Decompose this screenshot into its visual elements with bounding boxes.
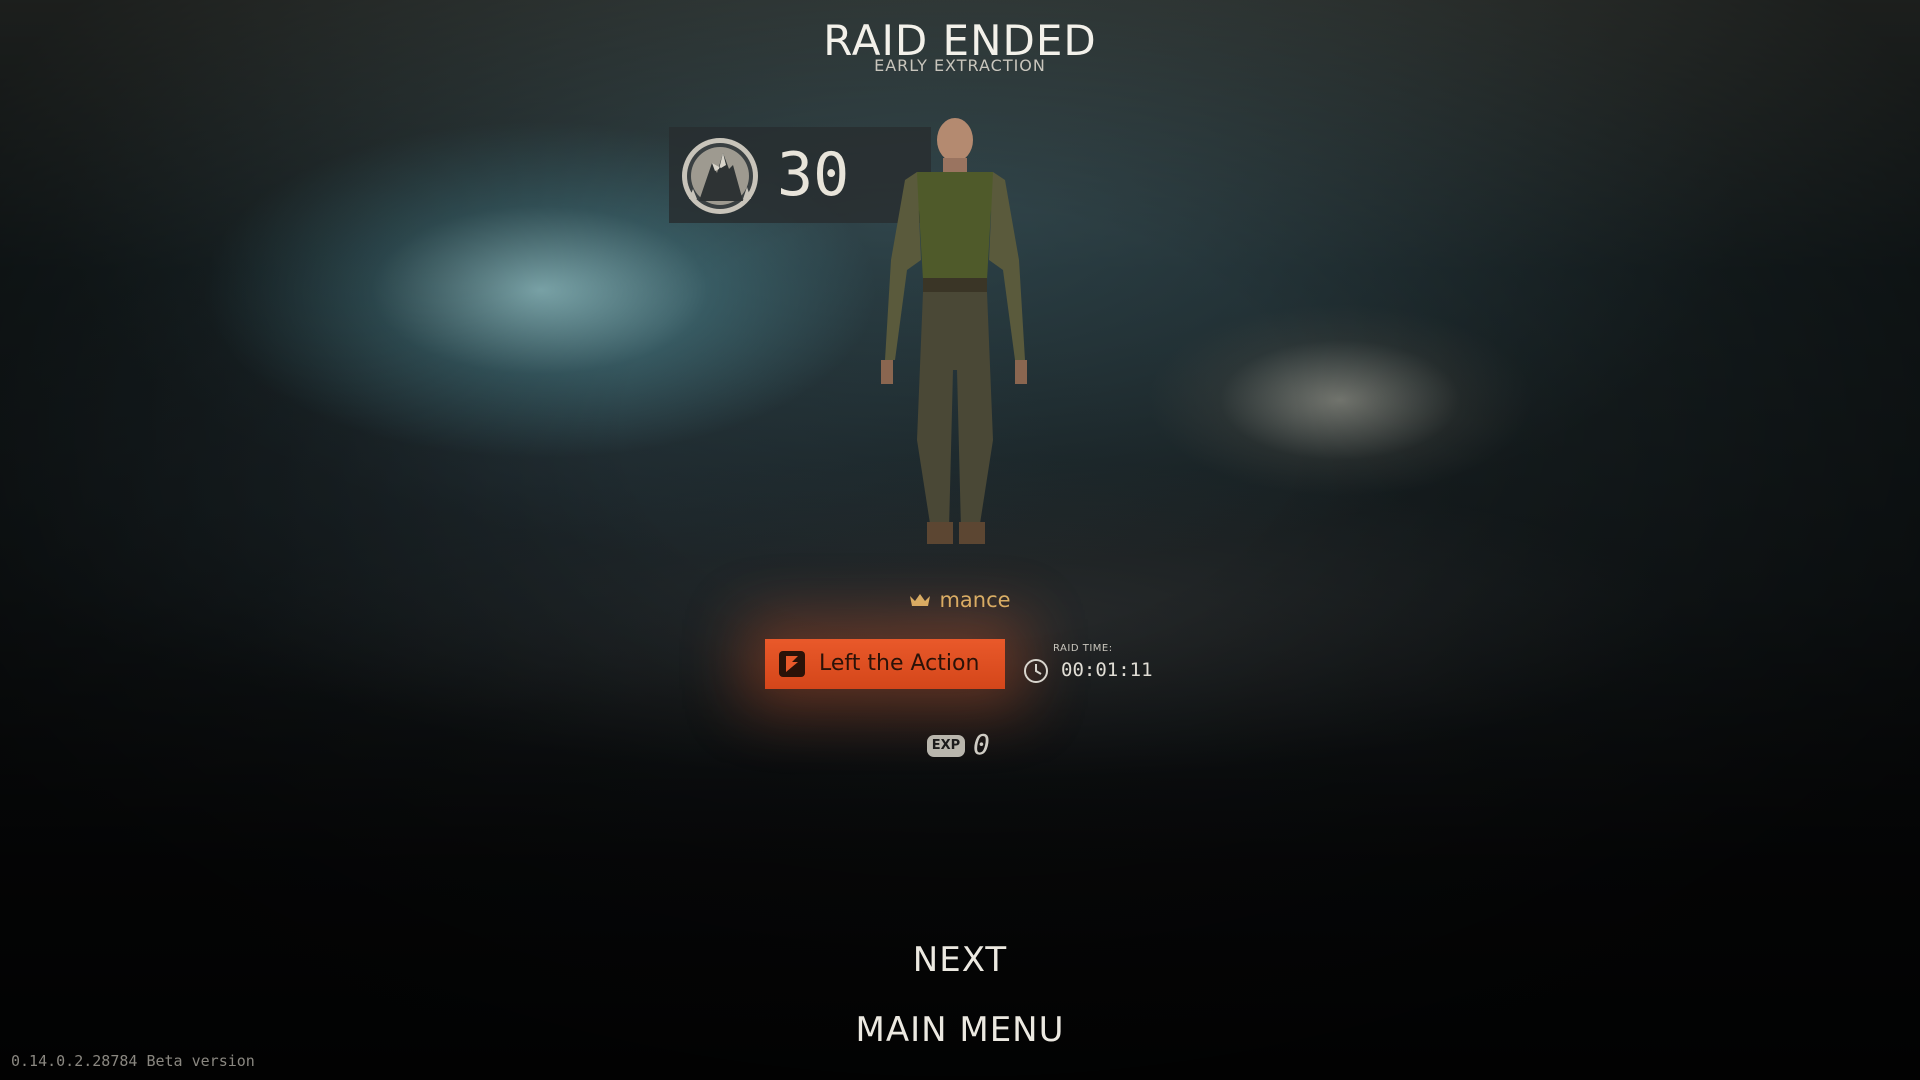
next-button-row: NEXT	[0, 940, 1920, 980]
clock-icon	[1024, 659, 1048, 683]
main-menu-button-row: MAIN MENU	[0, 1010, 1920, 1050]
character-model	[881, 118, 1027, 544]
page-subtitle: EARLY EXTRACTION	[874, 56, 1046, 75]
left-action-icon	[779, 651, 805, 677]
status-label: Left the Action	[819, 651, 980, 676]
crown-icon	[910, 594, 931, 606]
raid-time-label: RAID TIME:	[1053, 643, 1113, 654]
player-name: mance	[0, 588, 1920, 612]
raid-time-value: 00:01:11	[1061, 659, 1153, 681]
exp-badge: EXP	[927, 735, 965, 757]
next-button[interactable]: NEXT	[893, 936, 1027, 984]
raid-end-screen: RAID ENDED EARLY EXTRACTION 30 mance Lef…	[0, 0, 1920, 1080]
version-label: 0.14.0.2.28784 Beta version	[11, 1052, 255, 1070]
exp-value: 0	[973, 728, 990, 761]
level-number: 30	[777, 140, 850, 210]
status-badge: Left the Action	[765, 639, 1005, 689]
player-name-text: mance	[939, 588, 1011, 612]
main-menu-button[interactable]: MAIN MENU	[836, 1006, 1085, 1054]
mountain-emblem-icon	[682, 138, 758, 214]
